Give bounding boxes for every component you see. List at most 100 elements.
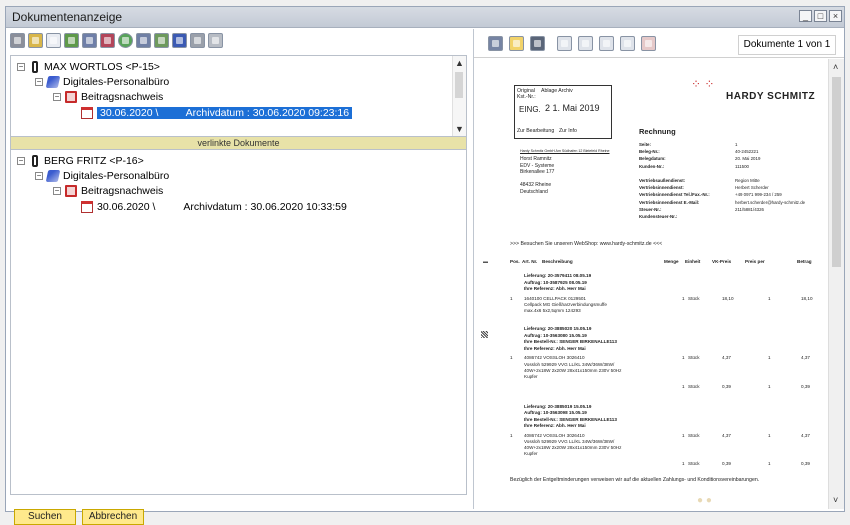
minimize-button[interactable]: _ xyxy=(799,10,812,22)
tree-node-document[interactable]: 30.06.2020 \ Archivdatum : 30.06.2020 10… xyxy=(81,200,347,214)
tree-node-label: BERG FRITZ <P-16> xyxy=(44,155,144,167)
meta-value: Herbert Scherder xyxy=(735,185,769,191)
new-document-icon[interactable] xyxy=(509,35,524,51)
tree-node-person[interactable]: − BERG FRITZ <P-16> xyxy=(17,154,144,168)
item-pos: 1 xyxy=(510,432,513,438)
open-folder-icon[interactable] xyxy=(28,32,43,48)
stamp-info: Zur Info xyxy=(559,128,577,134)
document-stack-icon xyxy=(65,91,77,103)
save-icon[interactable] xyxy=(530,35,545,51)
delivery-line: Auftrag: 10-3563098 15.05.19 xyxy=(524,410,587,415)
meta-label: Seite: xyxy=(639,142,651,147)
collapse-icon[interactable]: − xyxy=(53,93,61,101)
meta-value: 111500 xyxy=(735,163,749,169)
meta-value: 211/5881/4326 xyxy=(735,206,764,212)
table-icon[interactable] xyxy=(82,32,97,48)
scrollbar-thumb[interactable] xyxy=(832,77,841,267)
print-icon[interactable] xyxy=(10,32,25,48)
meta-label: Vertriebsinnendienst: xyxy=(639,185,684,191)
tree-node-document-selected[interactable]: 30.06.2020 \ Archivdatum : 30.06.2020 09… xyxy=(81,106,353,120)
document-icon[interactable] xyxy=(154,32,169,48)
page-prev-icon[interactable] xyxy=(578,35,593,51)
search-button[interactable]: Suchen xyxy=(14,509,76,525)
list-icon[interactable] xyxy=(136,32,151,48)
collapse-icon[interactable]: − xyxy=(53,187,61,195)
meta-label: Vertriebsinnendienst Tel./Fax.-Nr.: xyxy=(639,192,710,198)
recipient-line: Birkenallee 177 xyxy=(520,169,555,175)
refresh-icon[interactable] xyxy=(118,32,133,48)
page-last-icon[interactable] xyxy=(620,35,635,51)
stamp-kst: Kst.-Nr.: xyxy=(517,94,536,100)
item-unit: Stück xyxy=(688,383,700,389)
collapse-icon[interactable]: − xyxy=(35,78,43,86)
scroll-down-icon[interactable]: ▼ xyxy=(455,124,464,134)
column-header: Beschreibung xyxy=(542,259,573,264)
meta-value: herbert.scherder@hardy-schmitz.de xyxy=(735,199,806,205)
left-toolbar xyxy=(10,29,223,51)
tree-node-category[interactable]: − Beitragsnachweis xyxy=(53,90,163,104)
collapse-icon[interactable]: − xyxy=(17,157,25,165)
invoice-page: Original Ablage Archiv Kst.-Nr.: EING. 2… xyxy=(477,63,825,506)
delivery-line: Ihre Referenz: Abh. Herr Mai xyxy=(524,286,586,291)
item-desc: max.4x6 5x2,5qmm 124293 xyxy=(524,308,581,313)
linked-documents-separator[interactable]: verlinkte Dokumente xyxy=(10,137,467,149)
collapse-icon[interactable]: − xyxy=(35,172,43,180)
meta-label: Belegdatum: xyxy=(639,156,666,162)
pdf-icon[interactable] xyxy=(641,35,656,51)
window-title: Dokumentenanzeige xyxy=(12,10,123,24)
rotate-icon[interactable] xyxy=(488,35,503,51)
document-icon xyxy=(81,201,93,213)
folder-icon xyxy=(45,170,61,182)
tree-scrollbar[interactable]: ▲ ▼ xyxy=(452,56,466,136)
meta-label: Beleg-Nr.: xyxy=(639,149,660,155)
tools-icon[interactable] xyxy=(100,32,115,48)
meta-label: Vertriebsaußendienst: xyxy=(639,178,686,183)
meta-value: 1 xyxy=(735,142,738,147)
scroll-down-icon[interactable]: ˅ xyxy=(833,495,838,505)
document-preview[interactable]: Original Ablage Archiv Kst.-Nr.: EING. 2… xyxy=(474,59,844,509)
scroll-up-icon[interactable]: ▲ xyxy=(455,58,464,68)
item-unit: Stück xyxy=(688,461,700,466)
invoice-title: Rechnung xyxy=(639,127,676,136)
document-tree-primary: − MAX WORTLOS <P-15> − Digitales-Persona… xyxy=(10,55,467,137)
page-next-icon[interactable] xyxy=(599,35,614,51)
tree-node-office[interactable]: − Digitales-Personalbüro xyxy=(35,75,169,89)
tree-node-category[interactable]: − Beitragsnachweis xyxy=(53,184,163,198)
item-qty: 1 xyxy=(682,461,685,466)
meta-value: 20. Mai 2019 xyxy=(735,156,761,162)
scroll-up-icon[interactable]: ˄ xyxy=(833,62,838,72)
close-button[interactable]: × xyxy=(829,10,842,22)
item-desc: Cellpack MG Gießharzverbindungsmuffe xyxy=(524,302,607,307)
column-header: Art. Nr. xyxy=(522,259,538,264)
delivery-line: Ihre Bestell-Nr.: SENGER BIRKENALLE113 xyxy=(524,339,617,344)
selected-document-row[interactable]: 30.06.2020 \ Archivdatum : 30.06.2020 09… xyxy=(97,107,353,119)
checkbox-icon[interactable] xyxy=(46,32,61,48)
document-viewer-window: Dokumentenanzeige _ □ × − MAX WORTLOS <P… xyxy=(5,6,845,525)
item-desc: Vossloh 529929 VVG LL/KL 34W/36W/38W/ xyxy=(524,361,615,367)
item-price: 18,10 xyxy=(722,295,734,301)
item-desc: 40W+2x18W 2x20W 28x41x150mm 230V 50Hz xyxy=(524,445,622,450)
scanner-icon[interactable] xyxy=(190,32,205,48)
delivery-line: Auftrag: 10-3563080 15.05.19 xyxy=(524,332,587,338)
meta-value: 40-2452221 xyxy=(735,149,759,155)
delivery-line: Lieferung: 20-3579411 08.05.19 xyxy=(524,273,592,278)
cancel-button[interactable]: Abbrechen xyxy=(82,509,144,525)
meta-label: Steuer-Nr.: xyxy=(639,206,662,212)
tree-node-label: MAX WORTLOS <P-15> xyxy=(44,61,160,73)
copy-icon[interactable] xyxy=(208,32,223,48)
tree-node-label: Digitales-Personalbüro xyxy=(63,170,170,182)
tree-node-office[interactable]: − Digitales-Personalbüro xyxy=(35,169,169,183)
document-archive-date: Archivdatum : 30.06.2020 09:23:16 xyxy=(185,107,350,119)
document-archive-date: Archivdatum : 30.06.2020 10:33:59 xyxy=(183,201,347,213)
page-icon[interactable] xyxy=(557,35,572,51)
scrollbar-thumb[interactable] xyxy=(455,72,463,98)
item-qty: 1 xyxy=(682,295,685,301)
collapse-icon[interactable]: − xyxy=(17,63,25,71)
column-header: Preis per xyxy=(745,259,765,264)
edit-icon[interactable] xyxy=(64,32,79,48)
tree-node-label: Digitales-Personalbüro xyxy=(63,76,170,88)
export-icon[interactable] xyxy=(172,32,187,48)
preview-scrollbar[interactable]: ˄ ˅ xyxy=(828,59,844,509)
maximize-button[interactable]: □ xyxy=(814,10,827,22)
tree-node-person[interactable]: − MAX WORTLOS <P-15> xyxy=(17,60,160,74)
